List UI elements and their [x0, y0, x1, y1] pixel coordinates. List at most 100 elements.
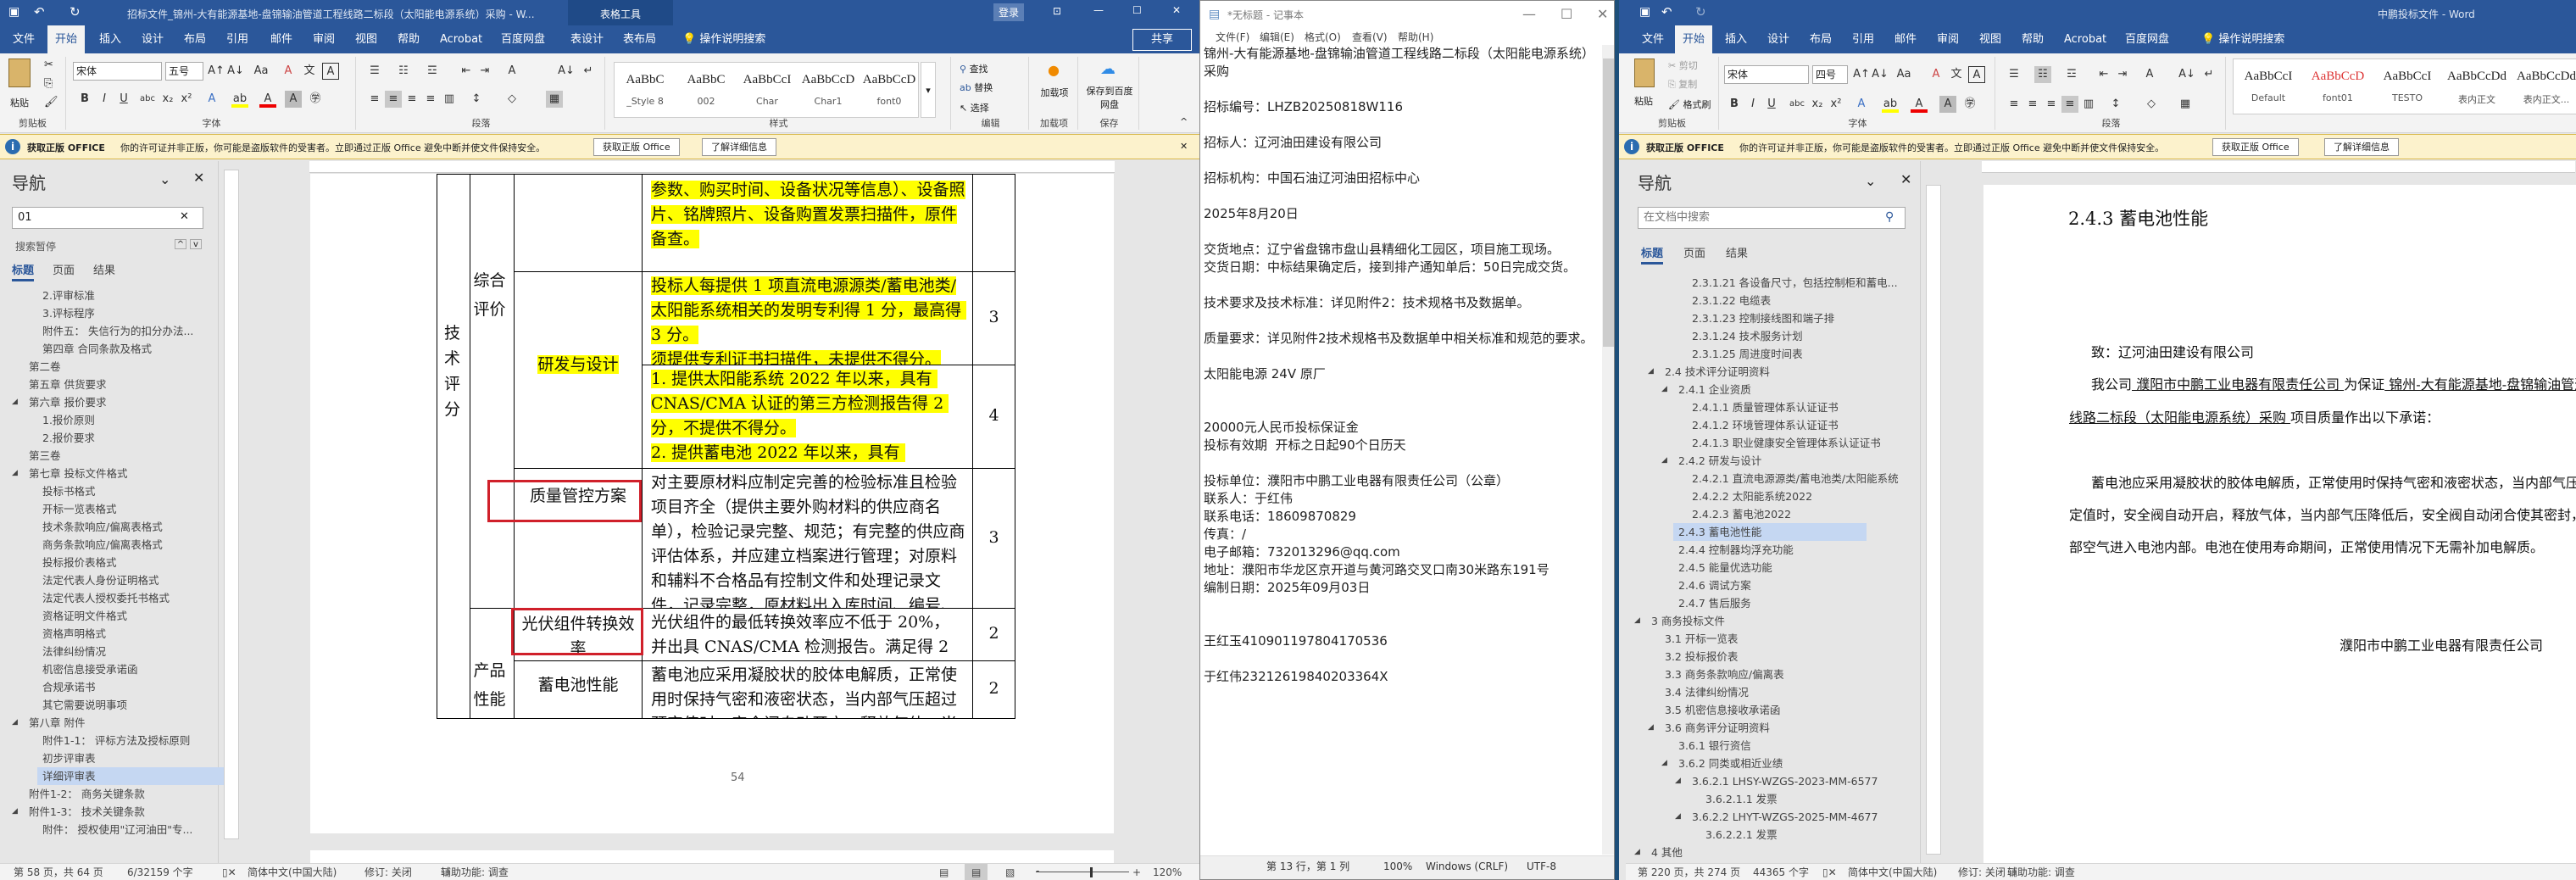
show-marks-icon[interactable]: ↵	[580, 63, 597, 80]
nav-item[interactable]: 其它需要说明事项	[37, 696, 127, 714]
share-button[interactable]: 共享	[1132, 29, 1192, 51]
nav-item[interactable]: 2.3.1.21 各设备尺寸，包括控制柜和蓄电...	[1687, 274, 1898, 292]
paste-icon[interactable]	[8, 58, 31, 87]
nav-item[interactable]: 2.评审标准	[37, 287, 95, 304]
addins-button[interactable]: 加载项	[1036, 86, 1073, 99]
nav-close-icon[interactable]: ✕	[193, 170, 204, 186]
highlight-icon[interactable]: ab	[231, 91, 248, 108]
nav-item[interactable]: 附件1-2： 商务关键条款	[24, 785, 145, 803]
learn-more-button[interactable]: 了解详细信息	[2324, 138, 2399, 156]
tab-5[interactable]: 引用	[1844, 25, 1882, 53]
enclose-char-icon[interactable]: ㊫	[1961, 96, 1978, 113]
tab-10[interactable]: Acrobat	[432, 25, 490, 53]
font-size-select[interactable]: 五号	[165, 62, 203, 81]
style-1[interactable]: AaBbC 002	[676, 63, 737, 117]
align-center-icon[interactable]: ≡	[2024, 96, 2041, 113]
nav-item[interactable]: 3.4 法律纠纷情况	[1660, 683, 1749, 701]
char-shading-icon[interactable]: A	[285, 91, 302, 108]
nav-item[interactable]: 3.6.2.1 LHSY-WZGS-2023-MM-6577	[1687, 772, 1878, 790]
shading-icon[interactable]: ◇	[2143, 96, 2160, 113]
addins-icon[interactable]: ●	[1048, 62, 1060, 78]
nav-item[interactable]: 3.2 投标报价表	[1660, 648, 1738, 666]
tab-8[interactable]: 视图	[1972, 25, 2009, 53]
tab-1[interactable]: 开始	[1675, 25, 1713, 53]
next-result-button[interactable]: v	[190, 239, 202, 249]
strikethrough-icon[interactable]: abc	[139, 91, 156, 108]
message-close-icon[interactable]: ✕	[1180, 141, 1188, 152]
notepad-text-area[interactable]: 锦州-大有能源基地-盘锦输油管道工程线路二标段（太阳能电源系统）采购 招标编号：L…	[1204, 45, 1602, 855]
nav-item[interactable]: 法定代表人身份证明格式	[37, 571, 159, 589]
expand-triangle-icon[interactable]: ◢	[1648, 723, 1654, 732]
nav-item[interactable]: 商务条款响应/偏离表格式	[37, 536, 163, 554]
bullets-icon[interactable]: ☰	[366, 63, 383, 80]
underline-icon[interactable]: U	[1763, 96, 1780, 113]
style-1[interactable]: AaBbCcD font01	[2303, 59, 2373, 114]
expand-triangle-icon[interactable]: ◢	[1661, 759, 1667, 767]
font-name-select[interactable]: 宋体	[1724, 65, 1809, 84]
nav-item[interactable]: 附件1-3： 技术关键条款	[24, 803, 145, 821]
chinese-layout-icon[interactable]: A	[2141, 66, 2158, 83]
paste-icon[interactable]	[1634, 58, 1655, 87]
web-layout-icon[interactable]: ▧	[1005, 864, 1015, 880]
expand-triangle-icon[interactable]: ◢	[12, 469, 18, 477]
nav-item[interactable]: 技术条款响应/偏离表格式	[37, 518, 163, 536]
nav-close-icon[interactable]: ✕	[1900, 171, 1911, 187]
highlight-icon[interactable]: ab	[1882, 96, 1899, 113]
multilevel-list-icon[interactable]: ☲	[424, 63, 441, 80]
baidu-cloud-icon[interactable]: ☁	[1100, 60, 1116, 78]
tab-7[interactable]: 审阅	[1929, 25, 1967, 53]
expand-triangle-icon[interactable]: ◢	[1675, 777, 1681, 785]
bold-icon[interactable]: B	[1726, 96, 1743, 113]
tell-me-search[interactable]: 💡 操作说明搜索	[675, 25, 773, 53]
nav-item[interactable]: 法律纠纷情况	[37, 643, 106, 660]
tab-10[interactable]: Acrobat	[2056, 25, 2114, 53]
style-0[interactable]: AaBbCcI Default	[2234, 59, 2303, 114]
close-button[interactable]: ✕	[1172, 4, 1181, 16]
nav-item[interactable]: 2.3.1.23 控制接线图和端子排	[1687, 309, 1834, 327]
align-left-icon[interactable]: ≡	[2006, 96, 2022, 113]
nav-item[interactable]: 2.4.4 控制器均浮充功能	[1673, 541, 1794, 559]
language[interactable]: 简体中文(中国大陆)	[1848, 864, 1937, 880]
get-genuine-office-button[interactable]: 获取正版 Office	[2212, 138, 2299, 156]
tab-3[interactable]: 设计	[134, 25, 171, 53]
search-icon[interactable]: ⚲	[1885, 210, 1894, 224]
justify-icon[interactable]: ≡	[2061, 96, 2078, 113]
nav-item[interactable]: 2.4.1.3 职业健康安全管理体系认证证书	[1687, 434, 1881, 452]
nav-item[interactable]: 2.4.1.2 环境管理体系认证证书	[1687, 416, 1839, 434]
style-4[interactable]: AaBbCcDd 表内正文...	[2512, 59, 2576, 114]
nav-tab-pages[interactable]: 页面	[1683, 244, 1705, 260]
borders-icon[interactable]: ▦	[546, 91, 563, 108]
sort-icon[interactable]: A↓	[2178, 66, 2195, 83]
distributed-icon[interactable]: ▥	[2080, 96, 2097, 113]
paste-button[interactable]: 粘贴	[1634, 94, 1653, 108]
select-button[interactable]: ↖ 选择	[960, 101, 989, 114]
align-right-icon[interactable]: ≡	[403, 91, 420, 108]
redo-icon[interactable]: ↻	[1695, 4, 1706, 19]
nav-item[interactable]: 资格声明格式	[37, 625, 106, 643]
cut-button[interactable]: ✂ 剪切	[1668, 58, 1698, 72]
notepad-menu-4[interactable]: 帮助(H)	[1398, 30, 1433, 44]
collapse-ribbon-icon[interactable]: ^	[1180, 116, 1188, 127]
nav-item[interactable]: 附件1-1： 评标方法及授标原则	[37, 732, 190, 749]
nav-item[interactable]: 机密信息接受承诺函	[37, 660, 138, 678]
bullets-icon[interactable]: ☰	[2006, 66, 2022, 83]
expand-triangle-icon[interactable]: ◢	[12, 398, 18, 406]
justify-icon[interactable]: ≡	[422, 91, 439, 108]
nav-item[interactable]: 第四章 合同条款及格式	[37, 340, 152, 358]
notepad-scrollbar[interactable]	[1602, 45, 1614, 855]
font-color-icon[interactable]: A	[1911, 96, 1928, 113]
nav-item[interactable]: 3.6.2 同类或相近业绩	[1673, 755, 1783, 772]
word-count[interactable]: 6/32159 个字	[127, 864, 193, 880]
nav-tab-pages[interactable]: 页面	[53, 261, 75, 277]
nav-item[interactable]: 2.4.2.2 太阳能系统2022	[1687, 487, 1812, 505]
nav-item[interactable]: 3.6.2.2.1 发票	[1700, 826, 1778, 844]
align-right-icon[interactable]: ≡	[2043, 96, 2060, 113]
align-left-icon[interactable]: ≡	[366, 91, 383, 108]
format-painter-button[interactable]: 🖌 格式刷	[1668, 97, 1711, 111]
superscript-icon[interactable]: x²	[1828, 96, 1844, 113]
zoom-level[interactable]: 120%	[1153, 864, 1182, 880]
nav-item[interactable]: 2.4.1.1 质量管理体系认证证书	[1687, 398, 1839, 416]
clear-format-icon[interactable]: A	[1928, 66, 1945, 83]
style-4[interactable]: AaBbCcD font0	[859, 63, 920, 117]
decrease-indent-icon[interactable]: ⇤	[2095, 66, 2112, 83]
